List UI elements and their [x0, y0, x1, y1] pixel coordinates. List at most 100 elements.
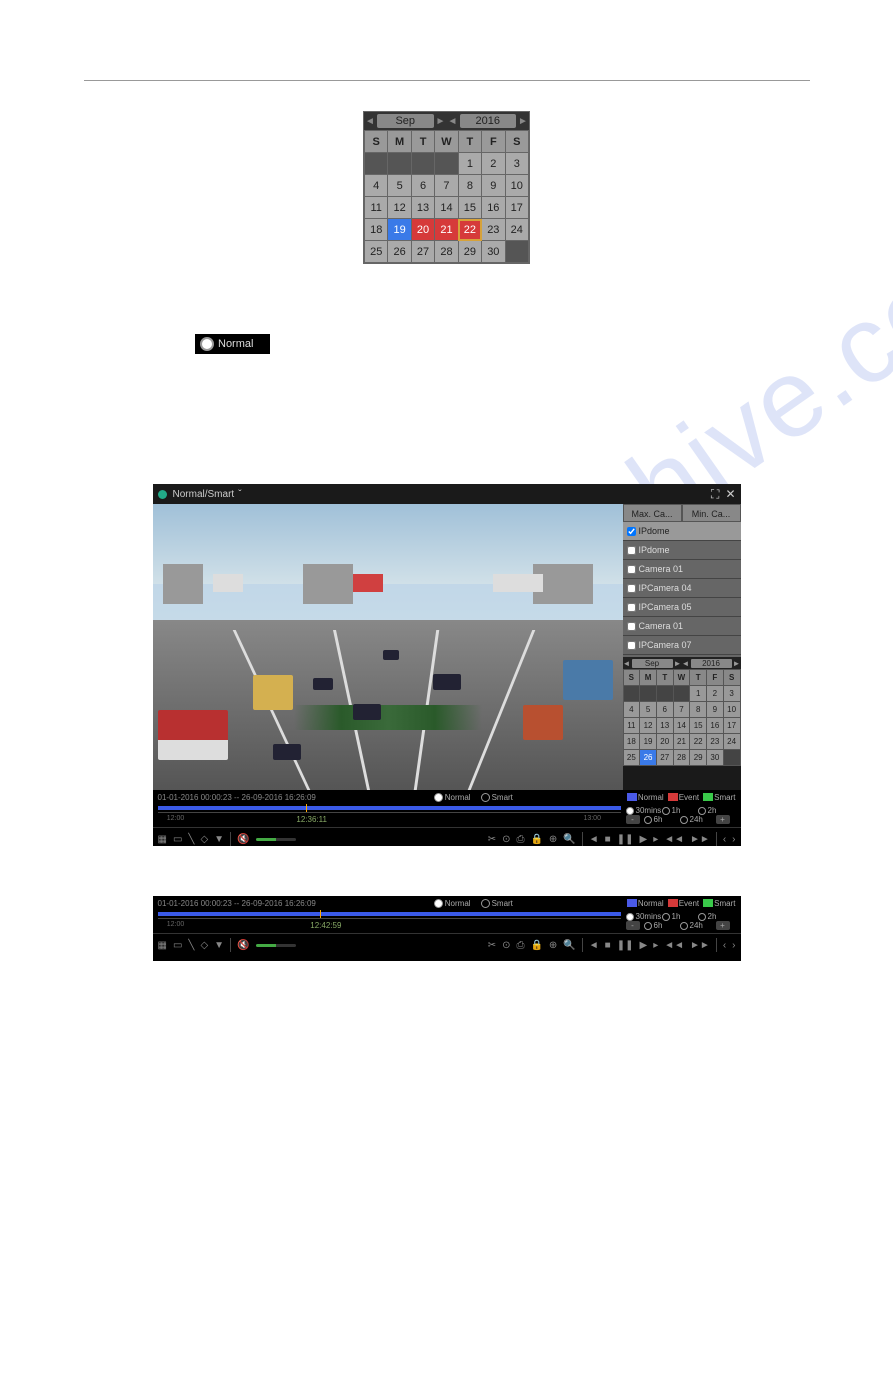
calendar-day[interactable] — [673, 686, 690, 702]
next-file-icon[interactable]: › — [732, 940, 735, 951]
calendar-day[interactable]: 19 — [388, 219, 411, 241]
calendar-day[interactable]: 6 — [656, 702, 673, 718]
calendar-day[interactable]: 3 — [505, 153, 528, 175]
rect-icon[interactable]: ▭ — [173, 940, 182, 951]
calendar-day[interactable]: 14 — [435, 197, 458, 219]
mute-icon[interactable]: 🔇 — [237, 834, 249, 845]
calendar-day[interactable]: 10 — [505, 175, 528, 197]
calendar-day[interactable] — [656, 686, 673, 702]
calendar-day[interactable]: 11 — [623, 718, 640, 734]
calendar-day[interactable]: 2 — [707, 686, 724, 702]
calendar-day[interactable]: 17 — [505, 197, 528, 219]
diamond-icon[interactable]: ◇ — [200, 834, 208, 845]
line-icon[interactable]: ╲ — [188, 940, 194, 951]
normal-radio[interactable]: Normal — [434, 899, 471, 908]
calendar-day[interactable]: 16 — [707, 718, 724, 734]
play-icon[interactable]: ▶ — [639, 834, 647, 845]
calendar-day[interactable]: 24 — [723, 734, 740, 750]
zoom-icon[interactable]: 🔍 — [563, 834, 575, 845]
prev-icon[interactable]: ◄ — [589, 940, 599, 951]
video-frame[interactable] — [153, 504, 623, 790]
camera-item[interactable]: Camera 01 — [623, 560, 741, 579]
speed-icon[interactable]: ▸ — [653, 834, 658, 845]
stop-icon[interactable]: ■ — [605, 940, 611, 951]
camera-item[interactable]: Camera 01 — [623, 617, 741, 636]
calendar-day[interactable]: 9 — [707, 702, 724, 718]
speed-icon[interactable]: ▸ — [653, 940, 658, 951]
smart-radio[interactable]: Smart — [481, 899, 513, 908]
cam-icon[interactable]: ⊙ — [502, 834, 510, 845]
prev-month-icon[interactable]: ◄ — [364, 116, 376, 127]
lock-icon[interactable]: 🔒 — [530, 834, 542, 845]
calendar-day[interactable]: 21 — [673, 734, 690, 750]
camera-checkbox[interactable] — [627, 603, 636, 612]
calendar-day[interactable]: 10 — [723, 702, 740, 718]
zoom-out-button[interactable]: - — [626, 815, 640, 824]
line-icon[interactable]: ╲ — [188, 834, 194, 845]
calendar-day[interactable]: 22 — [458, 219, 481, 241]
pause-icon[interactable]: ❚❚ — [617, 834, 634, 845]
calendar-day[interactable]: 15 — [458, 197, 481, 219]
tab-min-cam[interactable]: Min. Ca... — [682, 504, 741, 522]
prev-year-icon[interactable]: ◄ — [682, 659, 690, 668]
fullscreen-icon[interactable]: ⛶ — [711, 487, 719, 502]
calendar-day[interactable]: 20 — [411, 219, 434, 241]
calendar-day[interactable]: 27 — [411, 241, 434, 263]
calendar-day[interactable]: 16 — [482, 197, 505, 219]
pause-icon[interactable]: ❚❚ — [617, 940, 634, 951]
calendar-day[interactable] — [505, 241, 528, 263]
layout-icon[interactable]: ▦ — [158, 834, 167, 845]
zoom-in-button[interactable]: + — [716, 815, 730, 824]
prev-file-icon[interactable]: ‹ — [723, 940, 726, 951]
dur-6h[interactable]: 6h — [644, 815, 680, 824]
dur-6h[interactable]: 6h — [644, 921, 680, 930]
calendar-day[interactable]: 7 — [435, 175, 458, 197]
next-month-icon[interactable]: ► — [674, 659, 682, 668]
next-year-icon[interactable]: ► — [733, 659, 741, 668]
calendar-day[interactable]: 15 — [690, 718, 707, 734]
clip-icon[interactable]: ✂ — [488, 834, 496, 845]
camera-item[interactable]: IPdome — [623, 541, 741, 560]
calendar-day[interactable]: 12 — [640, 718, 657, 734]
forward-icon[interactable]: ►► — [690, 940, 710, 951]
timeline[interactable] — [158, 806, 621, 810]
rewind-icon[interactable]: ◄◄ — [664, 940, 684, 951]
calendar-day[interactable] — [640, 686, 657, 702]
calendar-day[interactable]: 4 — [623, 702, 640, 718]
calendar-day[interactable]: 13 — [411, 197, 434, 219]
calendar-day[interactable]: 1 — [690, 686, 707, 702]
calendar-day[interactable] — [388, 153, 411, 175]
tag-icon[interactable]: ⎙ — [516, 834, 524, 845]
calendar-day[interactable]: 25 — [365, 241, 388, 263]
calendar-day[interactable]: 29 — [690, 750, 707, 766]
next-year-icon[interactable]: ► — [517, 116, 529, 127]
calendar-day[interactable]: 26 — [388, 241, 411, 263]
year-label[interactable]: 2016 — [460, 114, 517, 128]
prev-icon[interactable]: ◄ — [589, 834, 599, 845]
camera-item[interactable]: IPCamera 07 — [623, 636, 741, 655]
camera-item[interactable]: IPCamera 05 — [623, 598, 741, 617]
add-icon[interactable]: ⊕ — [549, 834, 557, 845]
calendar-day[interactable] — [723, 750, 740, 766]
calendar-day[interactable]: 18 — [623, 734, 640, 750]
calendar-day[interactable]: 27 — [656, 750, 673, 766]
dur-24h[interactable]: 24h — [680, 815, 716, 824]
dur-1h[interactable]: 1h — [662, 806, 698, 815]
rect-icon[interactable]: ▭ — [173, 834, 182, 845]
zoom-icon[interactable]: 🔍 — [563, 940, 575, 951]
zoom-out-button[interactable]: - — [626, 921, 640, 930]
zoom-in-button[interactable]: + — [716, 921, 730, 930]
tag-icon[interactable]: ⎙ — [516, 940, 524, 951]
mute-icon[interactable]: 🔇 — [237, 940, 249, 951]
calendar-day[interactable]: 29 — [458, 241, 481, 263]
timeline[interactable] — [158, 912, 621, 916]
rewind-icon[interactable]: ◄◄ — [664, 834, 684, 845]
clip-icon[interactable]: ✂ — [488, 940, 496, 951]
prev-year-icon[interactable]: ◄ — [447, 116, 459, 127]
calendar-day[interactable]: 30 — [482, 241, 505, 263]
calendar-day[interactable]: 21 — [435, 219, 458, 241]
calendar-day[interactable]: 17 — [723, 718, 740, 734]
camera-item[interactable]: IPdome — [623, 522, 741, 541]
layout-icon[interactable]: ▦ — [158, 940, 167, 951]
calendar-day[interactable]: 18 — [365, 219, 388, 241]
